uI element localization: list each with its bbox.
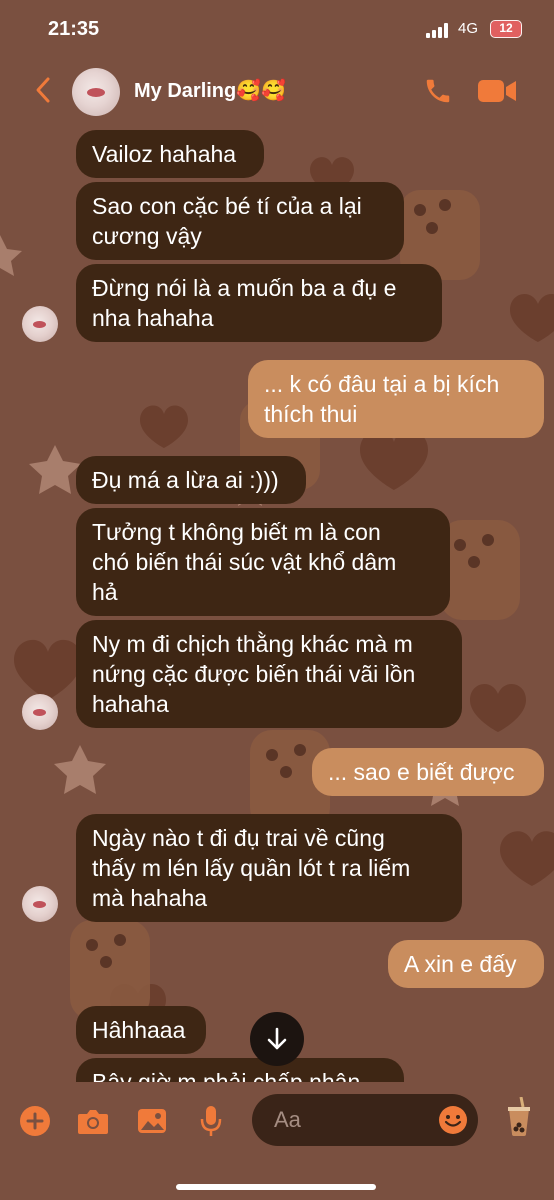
- message-incoming[interactable]: Tưởng t không biết m là con chó biến thá…: [76, 508, 450, 616]
- message-incoming[interactable]: Đừng nói là a muốn ba a đụ e nha hahaha: [76, 264, 442, 342]
- message-incoming[interactable]: Hâhhaaa: [76, 1006, 206, 1054]
- contact-name[interactable]: My Darling🥰🥰: [134, 78, 286, 103]
- message-outgoing[interactable]: A xin e đấy: [388, 940, 544, 988]
- message-incoming[interactable]: Bây giờ m phải chấp nhận: [76, 1058, 404, 1082]
- clock: 21:35: [48, 18, 100, 40]
- signal-icon: [426, 23, 448, 38]
- plus-icon[interactable]: [18, 1104, 52, 1138]
- arrow-down-icon: [267, 1027, 287, 1050]
- contact-avatar[interactable]: [72, 68, 120, 116]
- message-input-placeholder: Aa: [274, 1107, 301, 1132]
- scroll-to-bottom-button[interactable]: [250, 1012, 304, 1066]
- sender-avatar: [22, 886, 58, 922]
- message-incoming[interactable]: Ny m đi chịch thằng khác mà m nứng cặc đ…: [76, 620, 462, 728]
- message-input[interactable]: Aa: [252, 1094, 478, 1146]
- sender-avatar: [22, 694, 58, 730]
- microphone-icon[interactable]: [194, 1104, 228, 1138]
- battery-icon: 12: [490, 20, 522, 38]
- message-list[interactable]: Vailoz hahaha Sao con cặc bé tí của a lạ…: [0, 120, 554, 1082]
- message-incoming[interactable]: Sao con cặc bé tí của a lại cương vậy: [76, 182, 404, 260]
- message-incoming[interactable]: Ngày nào t đi đụ trai về cũng thấy m lén…: [76, 814, 462, 922]
- camera-icon[interactable]: [76, 1104, 110, 1138]
- chat-header: My Darling🥰🥰: [0, 60, 554, 120]
- home-indicator[interactable]: [176, 1184, 376, 1190]
- message-outgoing[interactable]: ... k có đâu tại a bị kích thích thui: [248, 360, 544, 438]
- bubble-tea-icon[interactable]: [502, 1097, 536, 1136]
- phone-icon[interactable]: [420, 74, 456, 108]
- message-incoming[interactable]: Đụ má a lừa ai :))): [76, 456, 306, 504]
- status-bar: 21:35 4G 12: [0, 0, 554, 60]
- image-icon[interactable]: [135, 1104, 169, 1138]
- sender-avatar: [22, 306, 58, 342]
- smiley-icon[interactable]: [436, 1103, 470, 1137]
- network-type: 4G: [458, 20, 479, 37]
- video-camera-icon[interactable]: [476, 74, 518, 108]
- message-composer: Aa: [0, 1082, 554, 1200]
- message-outgoing[interactable]: ... sao e biết được: [312, 748, 544, 796]
- message-incoming[interactable]: Vailoz hahaha: [76, 130, 264, 178]
- chevron-left-icon[interactable]: [28, 72, 58, 108]
